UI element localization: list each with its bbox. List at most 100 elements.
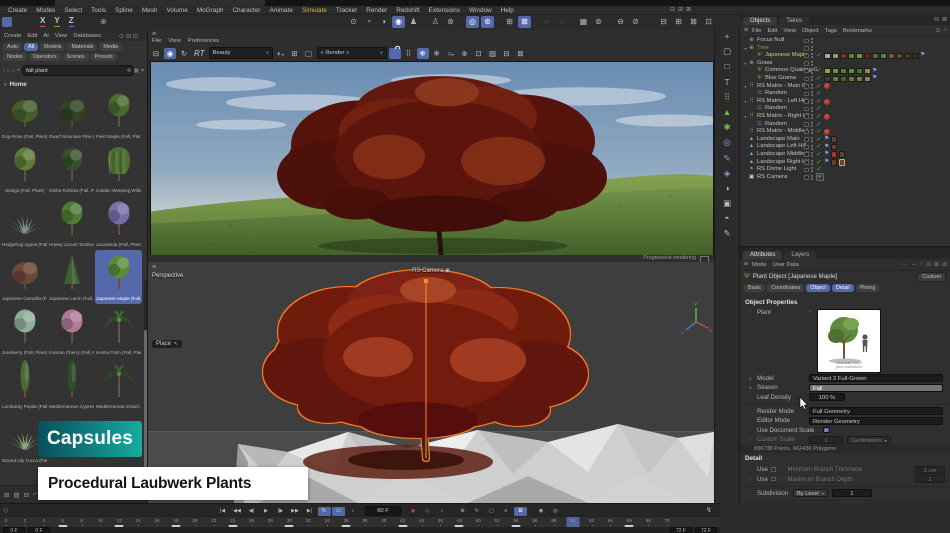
record-parameter-button[interactable]: ≡ xyxy=(500,507,513,516)
camera-tag-icon[interactable]: ✕ xyxy=(815,173,824,182)
inactive-sim-icon-b[interactable]: ○ xyxy=(555,16,568,28)
range-end-field[interactable]: 72 F xyxy=(670,526,692,533)
expander-arrow-icon[interactable]: › xyxy=(809,309,817,315)
enabled-check-icon[interactable]: ✓ xyxy=(816,143,823,151)
menu-burger-icon[interactable]: ≡ xyxy=(152,31,156,38)
object-row[interactable]: ⊡ Random ✓ xyxy=(740,105,950,113)
obj-menu-icon-1[interactable]: ⌂ xyxy=(943,27,947,34)
ab-menu-edit[interactable]: Edit xyxy=(27,33,37,39)
list-view-icon[interactable]: ▤ xyxy=(13,491,19,499)
model-select[interactable]: Variant 3 Full-Grown xyxy=(809,374,943,382)
record-pla-button[interactable]: ⊠ xyxy=(514,506,527,516)
menu-modes[interactable]: Modes xyxy=(36,7,55,14)
obj-menu-icon-0[interactable]: ⊙ xyxy=(935,27,940,34)
menu-tracker[interactable]: Tracker xyxy=(336,7,357,14)
range-start-field[interactable]: 0 F xyxy=(3,526,25,533)
visibility-toggle[interactable] xyxy=(804,106,809,112)
phong-tag-icon[interactable]: ⚑ xyxy=(824,136,829,143)
prev-key-button[interactable]: ◀◀ xyxy=(231,507,244,516)
rs-object-tag-icon[interactable] xyxy=(824,83,830,90)
keyed-param-dot-icon[interactable]: ● xyxy=(749,385,757,390)
rigid-body-icon[interactable]: ◑ xyxy=(377,16,390,28)
record-position-button[interactable]: ⊕ xyxy=(456,507,469,516)
thumb-view-icon[interactable]: ⊞ xyxy=(4,491,9,499)
enabled-check-icon[interactable]: ✓ xyxy=(816,121,823,129)
menu-help[interactable]: Help xyxy=(501,7,514,14)
phong-tag-icon[interactable]: ⚑ xyxy=(824,159,829,166)
axis-system-icon[interactable]: ⊕ xyxy=(100,17,107,26)
plant-item[interactable]: Honey Locust 'Sunbur... xyxy=(48,196,95,250)
material-tag[interactable] xyxy=(832,52,839,60)
material-tag[interactable] xyxy=(840,67,847,75)
material-tag[interactable] xyxy=(856,52,863,60)
compare-button[interactable]: ○▾ xyxy=(445,48,457,59)
ab-window-icon-2[interactable]: ⊡ xyxy=(133,33,138,40)
layout-split-icon[interactable]: ⊞ xyxy=(672,16,685,28)
forward-icon[interactable]: › xyxy=(7,68,9,74)
material-tag[interactable] xyxy=(848,67,855,75)
motion-system-button[interactable]: ◎ xyxy=(549,507,562,516)
render-camera-select[interactable]: « Render » ▾ xyxy=(316,47,387,59)
effector-object-icon[interactable]: ✱ xyxy=(719,120,735,134)
plant-item[interactable]: Lombardy Poplar (Fall... xyxy=(1,358,48,412)
autokey-toggle-button[interactable]: ◎ xyxy=(421,507,434,516)
enabled-check-icon[interactable]: ✓ xyxy=(816,159,823,167)
rs-object-tag-icon[interactable] xyxy=(824,113,830,120)
detail-view-icon[interactable]: ⊟ xyxy=(24,491,29,499)
axis-lock-z[interactable]: Z xyxy=(68,16,74,27)
ab-window-icon-0[interactable]: ⊙ xyxy=(119,33,124,40)
rv-menu-preferences[interactable]: Preferences xyxy=(188,38,219,44)
material-tag[interactable] xyxy=(830,151,838,158)
object-row[interactable]: Ψ Blue Grama ✓ ⚑ xyxy=(740,75,950,83)
material-tag[interactable] xyxy=(848,75,855,83)
plant-item[interactable]: Field Maple (Fall, Plant) xyxy=(95,88,142,142)
material-tag[interactable] xyxy=(896,52,903,60)
focus-picker-button[interactable]: ⊕ xyxy=(459,48,471,59)
menu-volume[interactable]: Volume xyxy=(166,7,187,14)
save-snapshot-button[interactable]: ⊟ xyxy=(501,48,513,59)
snapshot-b-button[interactable]: ❄ xyxy=(431,48,443,59)
save-image-button[interactable]: ⊟ xyxy=(150,48,162,59)
fit-view-button[interactable]: ⊡ xyxy=(473,48,485,59)
fracture-object-icon[interactable]: ▲ xyxy=(719,105,735,119)
phong-tag-icon[interactable]: ⚑ xyxy=(824,144,829,151)
material-tag[interactable] xyxy=(830,159,838,166)
leaf-density-field[interactable]: 100 % xyxy=(809,393,845,401)
enabled-check-icon[interactable]: ✓ xyxy=(816,113,823,121)
editor-render-dots[interactable] xyxy=(811,121,813,127)
active-tool-icon[interactable] xyxy=(2,17,12,27)
enabled-check-icon[interactable]: ✓ xyxy=(816,52,823,60)
loop-mode-button[interactable]: ↻ xyxy=(317,506,331,516)
attr-nav-icon-4[interactable]: ≣ xyxy=(934,261,939,268)
rendered-image[interactable] xyxy=(150,61,726,257)
next-key-button[interactable]: ▶▶ xyxy=(289,507,302,516)
visibility-toggle[interactable] xyxy=(804,99,809,104)
param-dot-icon[interactable]: ◦ xyxy=(749,418,757,424)
phong-tag-icon[interactable]: ⚑ xyxy=(872,68,877,75)
remove-icon[interactable]: ⊖ xyxy=(614,16,627,28)
menu-create[interactable]: Create xyxy=(8,7,27,14)
editor-render-dots[interactable] xyxy=(811,45,813,51)
filter-chip-materials[interactable]: Materials xyxy=(67,43,98,51)
panel-corner-icon-1[interactable]: ⊠ xyxy=(942,16,947,23)
editor-render-dots[interactable] xyxy=(811,106,813,112)
object-row[interactable]: ▲ Landscape Right Hill ✓ ⚑ xyxy=(740,159,950,167)
plant-item[interactable]: Japanese Camellia (Fal... xyxy=(1,250,48,304)
plant-item[interactable]: Japanese Larch (Fall, Pl... xyxy=(48,250,95,304)
layout-single-icon[interactable]: ⊟ xyxy=(657,16,670,28)
plant-preview-thumbnail[interactable]: Japanese Maple (acer palmatum) xyxy=(817,309,881,373)
material-tag[interactable] xyxy=(830,143,838,151)
material-tag[interactable] xyxy=(832,75,839,83)
object-row[interactable]: ⊡ Random ✓ xyxy=(740,90,950,98)
material-tag[interactable] xyxy=(824,52,831,60)
visibility-toggle[interactable] xyxy=(804,61,809,66)
plant-item[interactable]: Kentia Palm (Fall, Plant) xyxy=(95,304,142,358)
record-keyframe-button[interactable]: ◉ xyxy=(407,507,420,516)
plant-item[interactable]: Kanzan Cherry (Fall, Pl... xyxy=(48,304,95,358)
soft-body-icon[interactable]: ◉ xyxy=(392,16,405,28)
axis-lock-y[interactable]: Y xyxy=(54,16,60,27)
material-tag[interactable] xyxy=(824,75,831,83)
cloth-icon[interactable]: ♟ xyxy=(407,16,420,28)
object-row[interactable]: Ψ Japanese Maple ✓ ⚑ xyxy=(740,52,950,60)
workplane-settings-icon[interactable]: ⊛ xyxy=(592,16,605,28)
